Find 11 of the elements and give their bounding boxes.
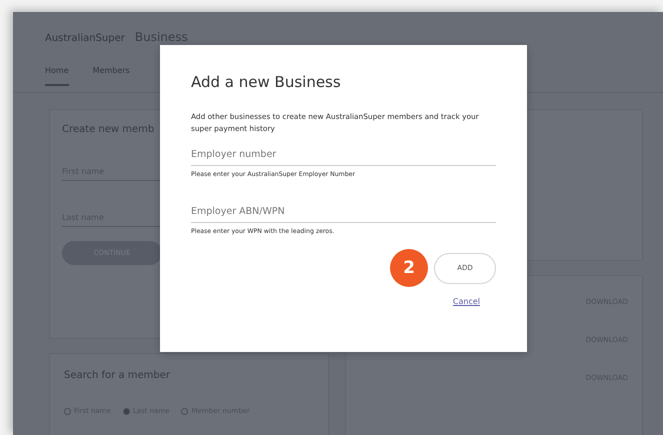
radio-button[interactable] [181, 408, 188, 414]
step-badge: 2 [390, 249, 428, 287]
cancel-link[interactable]: Cancel [452, 297, 480, 306]
logo: AustralianSuper [45, 33, 125, 44]
radio-button[interactable] [122, 408, 130, 414]
dialog-title: Add a new Business [191, 73, 342, 91]
input-field[interactable]: Employer ABN/WPN [191, 204, 496, 223]
nav-tab[interactable]: Members [92, 66, 130, 84]
nav-tab[interactable]: Home [45, 66, 69, 86]
radio-button[interactable] [64, 408, 71, 414]
input-field[interactable]: Employer number [191, 147, 496, 166]
